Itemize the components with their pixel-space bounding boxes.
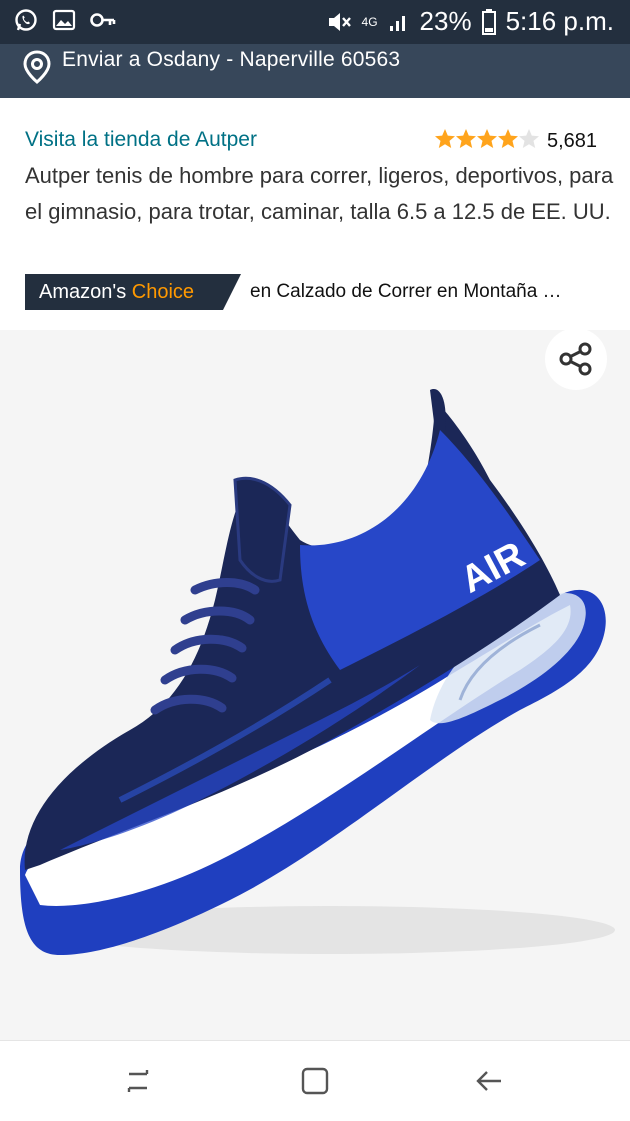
status-bar: 4G 23% 5:16 p.m. [0,0,630,44]
badge-category[interactable]: en Calzado de Correr en Montaña … [250,281,562,303]
delivery-location-bar[interactable]: Enviar a Osdany - Naperville 60563 [0,44,630,98]
delivery-text: Enviar a Osdany - Naperville 60563 [62,48,401,71]
network-type: 4G [361,14,378,29]
rating-stars-icon [435,129,539,148]
battery-percent: 23% [419,6,472,36]
product-image-area[interactable]: AIR [0,330,630,1040]
store-link[interactable]: Visita la tienda de Autper [25,128,257,152]
back-icon [476,1071,501,1091]
product-image[interactable]: AIR [0,330,630,1040]
gallery-icon [52,9,76,31]
mute-icon [328,12,351,31]
star-rating[interactable] [434,128,544,150]
key-icon [90,13,116,27]
recent-apps-icon [127,1070,149,1092]
share-icon [559,342,592,376]
badge-choice: Choice [131,281,195,303]
badge-prefix: Amazon's [39,281,127,303]
system-status: 4G 23% 5:16 p.m. [326,6,614,37]
back-button[interactable] [470,1061,510,1101]
notification-icons [14,8,116,32]
product-title: Autper tenis de hombre para correr, lige… [25,163,614,224]
signal-icon [389,15,405,31]
rating-count[interactable]: 5,681 [547,130,597,153]
android-nav-bar [0,1040,630,1121]
badge-label: Amazon's Choice [39,281,194,304]
recent-apps-button[interactable] [118,1061,158,1101]
home-icon [301,1067,329,1095]
location-pin-icon [23,50,51,84]
whatsapp-icon [15,9,37,31]
clock: 5:16 p.m. [505,6,614,36]
share-button[interactable] [545,328,607,390]
battery-icon [481,8,496,35]
amazons-choice-badge[interactable]: Amazon's Choice [25,274,241,310]
home-button[interactable] [295,1061,335,1101]
